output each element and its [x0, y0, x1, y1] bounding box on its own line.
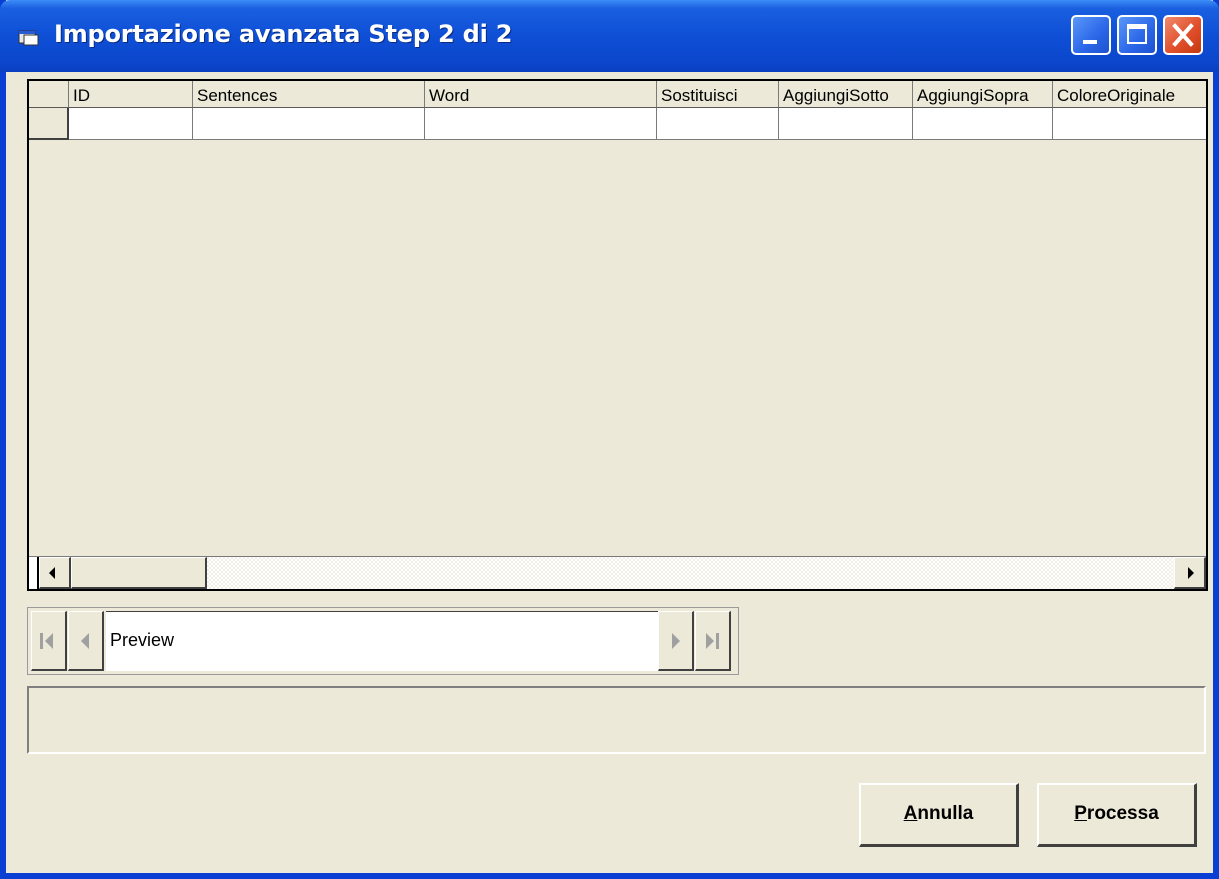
last-record-button[interactable]: [695, 611, 731, 671]
previous-record-button[interactable]: [68, 611, 104, 671]
process-label: rocessa: [1086, 803, 1159, 824]
cell-aggiungisopra[interactable]: [913, 108, 1053, 140]
last-record-icon: [706, 633, 720, 649]
first-record-button[interactable]: [31, 611, 67, 671]
header-aggiungisotto[interactable]: AggiungiSotto: [779, 81, 913, 108]
header-sentences[interactable]: Sentences: [193, 81, 425, 108]
grid-header: ID Sentences Word Sostituisci AggiungiSo…: [29, 81, 1206, 108]
navigator-caption: Preview: [106, 611, 678, 671]
header-word[interactable]: Word: [425, 81, 657, 108]
data-grid[interactable]: ID Sentences Word Sostituisci AggiungiSo…: [27, 79, 1208, 591]
cell-aggiungisotto[interactable]: [779, 108, 913, 140]
dialog-client: ID Sentences Word Sostituisci AggiungiSo…: [6, 72, 1213, 873]
maximize-icon: [1127, 24, 1147, 44]
window-title: Importazione avanzata Step 2 di 2: [54, 20, 513, 48]
row-selector[interactable]: [29, 108, 69, 140]
horizontal-scrollbar[interactable]: [29, 556, 1206, 589]
table-row[interactable]: [29, 108, 1206, 140]
app-icon: [18, 30, 39, 46]
header-sostituisci[interactable]: Sostituisci: [657, 81, 779, 108]
header-aggiungisopra[interactable]: AggiungiSopra: [913, 81, 1053, 108]
data-navigator: Preview: [27, 607, 739, 675]
next-record-button[interactable]: [658, 611, 694, 671]
header-id[interactable]: ID: [69, 81, 193, 108]
header-selector: [29, 81, 69, 108]
arrow-left-icon: [49, 567, 55, 579]
arrow-right-icon: [1188, 567, 1194, 579]
first-record-icon: [40, 633, 54, 649]
maximize-button[interactable]: [1117, 15, 1157, 55]
status-textbox[interactable]: [27, 686, 1206, 754]
cell-word[interactable]: [425, 108, 657, 140]
close-button[interactable]: [1163, 15, 1203, 55]
scroll-left-button[interactable]: [39, 557, 71, 589]
previous-icon: [81, 633, 89, 649]
dialog-window: Importazione avanzata Step 2 di 2 ID Sen…: [0, 0, 1219, 879]
scrollbar-gutter: [29, 557, 39, 589]
cancel-mnemonic: A: [903, 803, 918, 824]
process-button[interactable]: Processa: [1037, 783, 1197, 847]
next-icon: [672, 633, 680, 649]
scroll-right-button[interactable]: [1174, 557, 1206, 589]
minimize-icon: [1083, 40, 1097, 44]
cell-sostituisci[interactable]: [657, 108, 779, 140]
cell-sentences[interactable]: [193, 108, 425, 140]
cell-id[interactable]: [69, 108, 193, 140]
close-icon: [1172, 23, 1194, 47]
cell-coloreoriginale[interactable]: [1053, 108, 1206, 140]
header-coloreoriginale[interactable]: ColoreOriginale: [1053, 81, 1206, 108]
process-mnemonic: P: [1074, 803, 1087, 824]
cancel-label: nnulla: [917, 803, 974, 824]
scroll-thumb[interactable]: [71, 557, 207, 589]
minimize-button[interactable]: [1071, 15, 1111, 55]
cancel-button[interactable]: Annulla: [859, 783, 1019, 847]
title-bar[interactable]: Importazione avanzata Step 2 di 2: [0, 0, 1219, 72]
